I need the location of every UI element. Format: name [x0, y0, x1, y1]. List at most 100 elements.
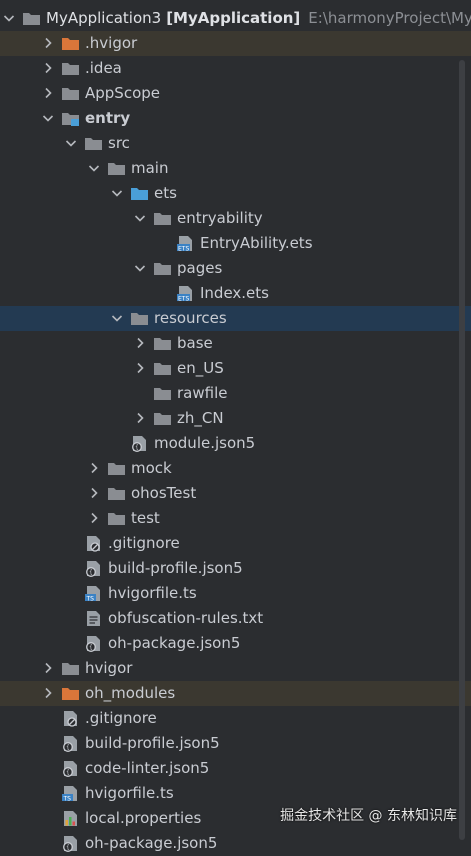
- chevron-down-icon[interactable]: [111, 181, 125, 206]
- folder-icon: [107, 160, 126, 177]
- tree-item-name: resources: [154, 309, 227, 327]
- tree-item-name: hvigor: [85, 659, 133, 677]
- tree-row[interactable]: main: [0, 156, 471, 181]
- svg-text:{}: {}: [66, 744, 74, 751]
- tree-item-label: module.json5: [154, 431, 255, 456]
- folder-icon: [153, 260, 172, 277]
- tree-scrollbar[interactable]: [459, 60, 465, 840]
- tree-item-name: entry: [85, 109, 131, 127]
- properties-file-icon: [61, 810, 80, 827]
- chevron-down-icon[interactable]: [88, 156, 102, 181]
- svg-text:{}: {}: [135, 444, 143, 451]
- tree-row[interactable]: ohosTest: [0, 481, 471, 506]
- tree-item-label: oh-package.json5: [108, 631, 240, 656]
- tree-item-label: .gitignore: [85, 706, 157, 731]
- tree-row[interactable]: AppScope: [0, 81, 471, 106]
- module-folder-icon: [61, 110, 80, 127]
- svg-text:{}: {}: [66, 769, 74, 776]
- folder-icon: [107, 510, 126, 527]
- typescript-file-icon: TS: [61, 785, 80, 802]
- tree-row[interactable]: base: [0, 331, 471, 356]
- folder-icon: [130, 310, 149, 327]
- tree-row[interactable]: src: [0, 131, 471, 156]
- tree-item-name: build-profile.json5: [85, 734, 220, 752]
- tree-row[interactable]: {} module.json5: [0, 431, 471, 456]
- tree-item-label: resources: [154, 306, 227, 331]
- excluded-folder-icon: [61, 35, 80, 52]
- chevron-down-icon[interactable]: [134, 206, 148, 231]
- tree-item-name: entryability: [177, 209, 263, 227]
- tree-item-name: .hvigor: [85, 34, 138, 52]
- tree-row[interactable]: .gitignore: [0, 706, 471, 731]
- tree-item-name: .gitignore: [108, 534, 180, 552]
- tree-row[interactable]: zh_CN: [0, 406, 471, 431]
- tree-row[interactable]: ETS EntryAbility.ets: [0, 231, 471, 256]
- tree-item-name: MyApplication3: [46, 9, 162, 27]
- folder-icon: [153, 360, 172, 377]
- tree-item-name: test: [131, 509, 160, 527]
- chevron-right-icon[interactable]: [42, 31, 56, 56]
- tree-row[interactable]: hvigor: [0, 656, 471, 681]
- chevron-right-icon[interactable]: [42, 681, 56, 706]
- tree-item-name: mock: [131, 459, 172, 477]
- source-folder-icon: [130, 185, 149, 202]
- tree-item-name: ets: [154, 184, 177, 202]
- tree-item-label: code-linter.json5: [85, 756, 209, 781]
- tree-row[interactable]: pages: [0, 256, 471, 281]
- tree-row[interactable]: mock: [0, 456, 471, 481]
- chevron-down-icon[interactable]: [65, 131, 79, 156]
- tree-item-label: test: [131, 506, 160, 531]
- tree-row[interactable]: entryability: [0, 206, 471, 231]
- chevron-down-icon[interactable]: [111, 306, 125, 331]
- tree-row[interactable]: resources: [0, 306, 471, 331]
- tree-row[interactable]: {} oh-package.json5: [0, 831, 471, 856]
- tree-row[interactable]: entry: [0, 106, 471, 131]
- tree-row[interactable]: {} oh-package.json5: [0, 631, 471, 656]
- tree-row[interactable]: .idea: [0, 56, 471, 81]
- tree-row[interactable]: MyApplication3 [MyApplication] E:\harmonyP…: [0, 6, 471, 31]
- folder-icon: [153, 385, 172, 402]
- tree-item-name: Index.ets: [200, 284, 269, 302]
- tree-row[interactable]: oh_modules: [0, 681, 471, 706]
- chevron-down-icon[interactable]: [134, 256, 148, 281]
- tree-item-name: hvigorfile.ts: [85, 784, 174, 802]
- svg-text:ETS: ETS: [178, 295, 189, 302]
- ets-file-icon: ETS: [176, 285, 195, 302]
- chevron-right-icon[interactable]: [42, 81, 56, 106]
- tree-row[interactable]: test: [0, 506, 471, 531]
- tree-row[interactable]: ETS Index.ets: [0, 281, 471, 306]
- tree-item-name: hvigorfile.ts: [108, 584, 197, 602]
- chevron-right-icon[interactable]: [134, 406, 148, 431]
- tree-item-name: oh-package.json5: [85, 834, 218, 852]
- tree-item-name: zh_CN: [177, 409, 224, 427]
- chevron-right-icon[interactable]: [88, 456, 102, 481]
- tree-item-name: EntryAbility.ets: [200, 234, 313, 252]
- tree-row[interactable]: TS hvigorfile.ts: [0, 581, 471, 606]
- watermark-text: 掘金技术社区 @ 东林知识库: [280, 808, 457, 824]
- tree-row[interactable]: obfuscation-rules.txt: [0, 606, 471, 631]
- tree-item-name: oh-package.json5: [108, 634, 241, 652]
- chevron-right-icon[interactable]: [134, 356, 148, 381]
- typescript-file-icon: TS: [84, 585, 103, 602]
- chevron-right-icon[interactable]: [42, 56, 56, 81]
- tree-row[interactable]: {} build-profile.json5: [0, 731, 471, 756]
- chevron-right-icon[interactable]: [88, 506, 102, 531]
- chevron-right-icon[interactable]: [42, 656, 56, 681]
- tree-item-name: build-profile.json5: [108, 559, 243, 577]
- tree-row[interactable]: en_US: [0, 356, 471, 381]
- tree-row[interactable]: .gitignore: [0, 531, 471, 556]
- tree-row[interactable]: rawfile: [0, 381, 471, 406]
- chevron-down-icon[interactable]: [42, 106, 56, 131]
- tree-row[interactable]: TS hvigorfile.ts: [0, 781, 471, 806]
- json5-file-icon: {}: [61, 835, 80, 852]
- chevron-right-icon[interactable]: [134, 331, 148, 356]
- tree-row[interactable]: ets: [0, 181, 471, 206]
- tree-row[interactable]: .hvigor: [0, 31, 471, 56]
- gitignore-file-icon: [61, 710, 80, 727]
- tree-item-label: zh_CN: [177, 406, 224, 431]
- tree-row[interactable]: {} build-profile.json5: [0, 556, 471, 581]
- tree-item-label: main: [131, 156, 168, 181]
- chevron-down-icon[interactable]: [3, 6, 17, 31]
- chevron-right-icon[interactable]: [88, 481, 102, 506]
- tree-row[interactable]: {} code-linter.json5: [0, 756, 471, 781]
